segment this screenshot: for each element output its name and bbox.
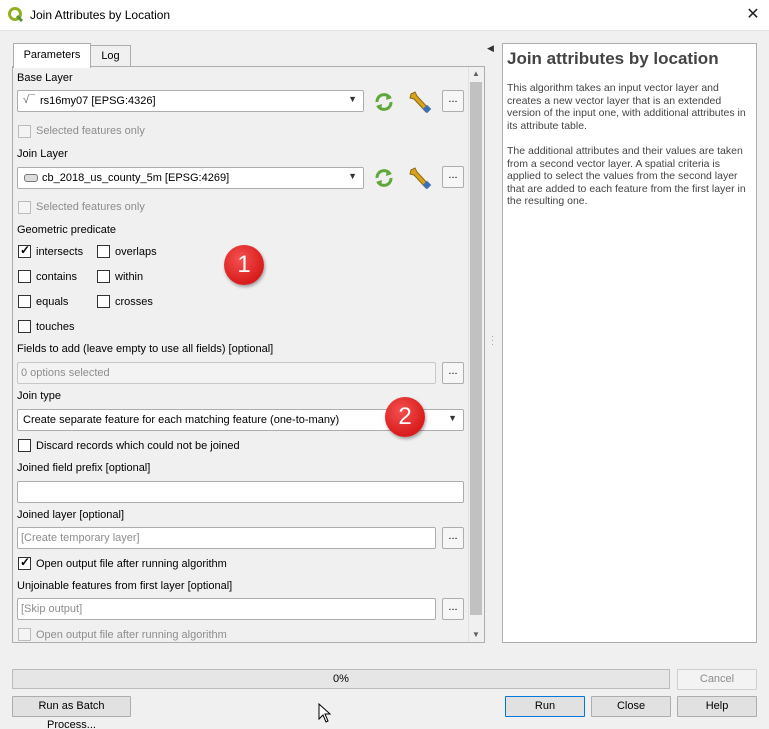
tab-log[interactable]: Log	[90, 45, 131, 66]
base-selected-only-label: Selected features only	[36, 125, 145, 137]
help-button[interactable]: Help	[677, 696, 757, 717]
close-button[interactable]: Close	[591, 696, 671, 717]
iterate-icon[interactable]	[373, 168, 395, 188]
join-type-label: Join type	[17, 390, 62, 402]
help-panel: Join attributes by location This algorit…	[502, 43, 757, 643]
unjoinable-button[interactable]: ...	[442, 598, 464, 620]
scroll-thumb[interactable]	[470, 82, 482, 615]
tab-parameters[interactable]: Parameters	[13, 43, 91, 68]
base-layer-combo[interactable]: √¯ rs16my07 [EPSG:4326] ▼	[17, 90, 364, 112]
fields-to-add-label: Fields to add (leave empty to use all fi…	[17, 343, 274, 355]
help-paragraph-2: The additional attributes and their valu…	[507, 145, 746, 207]
fields-to-add-input[interactable]: 0 options selected	[17, 362, 436, 384]
fields-to-add-button[interactable]: ...	[442, 362, 464, 384]
join-layer-label: Join Layer	[17, 148, 68, 160]
discard-records-label: Discard records which could not be joine…	[36, 440, 240, 452]
joined-layer-button[interactable]: ...	[442, 527, 464, 549]
join-selected-only-checkbox[interactable]	[18, 201, 31, 214]
fields-to-add-value: 0 options selected	[21, 367, 110, 379]
overlaps-label: overlaps	[115, 246, 157, 258]
scroll-down-arrow-icon[interactable]: ▼	[468, 628, 484, 642]
open-output2-label: Open output file after running algorithm	[36, 629, 227, 641]
join-selected-only-label: Selected features only	[36, 201, 145, 213]
chevron-down-icon: ▼	[448, 413, 457, 423]
unjoinable-placeholder: [Skip output]	[21, 603, 83, 615]
run-button[interactable]: Run	[505, 696, 585, 717]
open-output2-checkbox[interactable]	[18, 628, 31, 641]
touches-checkbox[interactable]	[18, 320, 31, 333]
help-paragraph-1: This algorithm takes an input vector lay…	[507, 82, 746, 132]
run-batch-button[interactable]: Run as Batch Process...	[12, 696, 131, 729]
join-type-value: Create separate feature for each matchin…	[23, 414, 340, 426]
mouse-cursor-icon	[318, 703, 332, 723]
wrench-icon[interactable]	[407, 166, 433, 190]
overlaps-checkbox[interactable]	[97, 245, 110, 258]
splitter-handle[interactable]: · · ·	[491, 332, 494, 349]
unjoinable-label: Unjoinable features from first layer [op…	[17, 580, 233, 592]
polygon-layer-icon	[24, 174, 38, 182]
wrench-icon[interactable]	[407, 90, 433, 114]
crosses-label: crosses	[115, 296, 153, 308]
crosses-checkbox[interactable]	[97, 295, 110, 308]
callout-1-badge: 1	[224, 245, 264, 285]
equals-label: equals	[36, 296, 69, 308]
joined-layer-input[interactable]: [Create temporary layer]	[17, 527, 436, 549]
intersects-label: intersects	[36, 246, 84, 258]
within-label: within	[115, 271, 144, 283]
collapse-arrow-icon[interactable]: ◀	[487, 43, 494, 54]
contains-checkbox[interactable]	[18, 270, 31, 283]
open-output-label: Open output file after running algorithm	[36, 558, 227, 570]
intersects-checkbox[interactable]: ✓	[18, 243, 31, 258]
window-title: Join Attributes by Location	[30, 8, 171, 22]
contains-label: contains	[36, 271, 77, 283]
base-layer-value: rs16my07 [EPSG:4326]	[40, 95, 156, 107]
within-checkbox[interactable]	[97, 270, 110, 283]
base-selected-only-checkbox[interactable]	[18, 125, 31, 138]
chevron-down-icon: ▼	[348, 94, 357, 104]
geometric-predicate-label: Geometric predicate	[17, 224, 117, 236]
iterate-icon[interactable]	[373, 92, 395, 112]
prefix-input[interactable]	[17, 481, 464, 503]
base-layer-label: Base Layer	[17, 72, 73, 84]
touches-label: touches	[36, 321, 75, 333]
qgis-icon	[8, 7, 24, 23]
cancel-button[interactable]: Cancel	[677, 669, 757, 690]
prefix-label: Joined field prefix [optional]	[17, 462, 151, 474]
joined-layer-label: Joined layer [optional]	[17, 509, 125, 521]
progress-bar: 0%	[12, 669, 670, 689]
join-layer-combo[interactable]: cb_2018_us_county_5m [EPSG:4269] ▼	[17, 167, 364, 189]
join-layer-value: cb_2018_us_county_5m [EPSG:4269]	[42, 172, 230, 184]
join-layer-options-button[interactable]: ...	[442, 166, 464, 188]
joined-layer-placeholder: [Create temporary layer]	[21, 532, 140, 544]
equals-checkbox[interactable]	[18, 295, 31, 308]
close-icon[interactable]: ✕	[742, 4, 764, 26]
line-layer-icon: √¯	[23, 94, 36, 106]
unjoinable-input[interactable]: [Skip output]	[17, 598, 436, 620]
chevron-down-icon: ▼	[348, 171, 357, 181]
callout-2-badge: 2	[385, 397, 425, 437]
base-layer-options-button[interactable]: ...	[442, 90, 464, 112]
discard-records-checkbox[interactable]	[18, 439, 31, 452]
scroll-up-arrow-icon[interactable]: ▲	[468, 67, 484, 81]
help-title: Join attributes by location	[507, 49, 719, 68]
open-output-checkbox[interactable]: ✓	[18, 555, 31, 570]
